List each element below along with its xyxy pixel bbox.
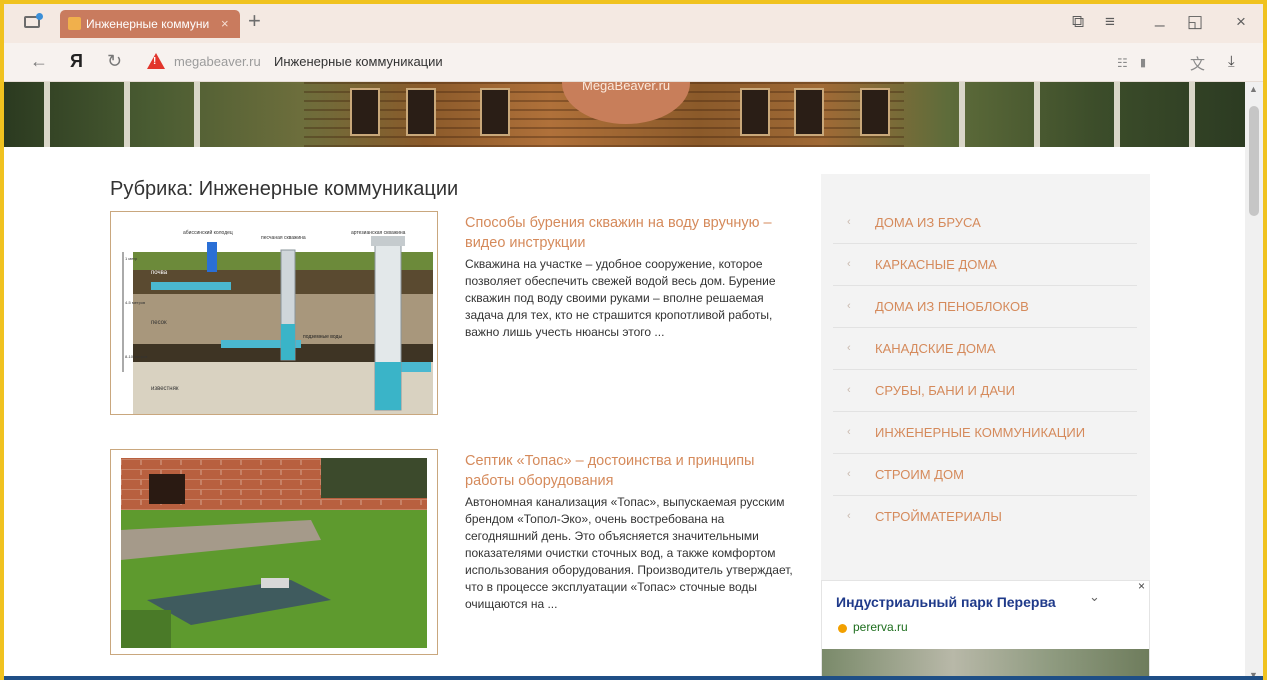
- diagram-label-col3: артезианская скважина: [351, 230, 406, 236]
- diagram-label-water: подземные воды: [303, 334, 342, 340]
- chevron-left-icon: ‹: [847, 216, 851, 228]
- diagram-label-layer3: известняк: [151, 386, 179, 392]
- diagram-label-depth2: 4-5 метров: [125, 300, 145, 305]
- ad-url-link[interactable]: pererva.ru: [853, 620, 908, 634]
- tab-close-icon[interactable]: ×: [221, 10, 229, 38]
- page-scrollbar[interactable]: ▲ ▼: [1245, 82, 1263, 680]
- sidebar-item-sruby-bani-dachi[interactable]: ‹ СРУБЫ, БАНИ И ДАЧИ: [833, 370, 1137, 412]
- sidebar-item-doma-iz-brusa[interactable]: ‹ ДОМА ИЗ БРУСА: [833, 202, 1137, 244]
- chevron-left-icon: ‹: [847, 510, 851, 522]
- sidebar-item-inzhenernye-kommunikatsii[interactable]: ‹ ИНЖЕНЕРНЫЕ КОММУНИКАЦИИ: [833, 412, 1137, 454]
- tab-title: Инженерные коммуни: [86, 17, 210, 31]
- address-bar: ← Я ↻ ! megabeaver.ru Инженерные коммуни…: [4, 43, 1263, 82]
- page-title: Рубрика: Инженерные коммуникации: [110, 178, 459, 200]
- tab-active[interactable]: Инженерные коммуни ×: [60, 10, 240, 38]
- minimize-button[interactable]: _: [1155, 8, 1164, 28]
- ad-favicon-icon: [838, 624, 847, 633]
- new-tab-button[interactable]: +: [248, 8, 261, 34]
- ad-close-icon[interactable]: ×: [1138, 579, 1145, 593]
- post-excerpt: Автономная канализация «Топас», выпускае…: [465, 495, 793, 611]
- chevron-left-icon: ‹: [847, 342, 851, 354]
- security-warning-icon[interactable]: !: [147, 53, 165, 69]
- diagram-label-depth1: 1 метр: [125, 256, 138, 261]
- site-header-banner: MegaBeaver.ru: [4, 82, 1245, 147]
- post-thumbnail-well-diagram[interactable]: абиссинский колодец песчаная скважина ар…: [110, 211, 438, 415]
- post-thumbnail-septic-photo[interactable]: [110, 449, 438, 655]
- post-title-link[interactable]: Септик «Топас» – достоинства и принципы …: [465, 451, 775, 491]
- sidebar-item-doma-iz-penoblokov[interactable]: ‹ ДОМА ИЗ ПЕНОБЛОКОВ: [833, 286, 1137, 328]
- os-taskbar: [4, 676, 1263, 680]
- diagram-label-layer1: почва: [151, 270, 168, 276]
- url-domain[interactable]: megabeaver.ru: [174, 54, 261, 69]
- diagram-label-layer2: песок: [151, 320, 167, 326]
- download-icon[interactable]: ⤓: [1228, 53, 1235, 70]
- chevron-left-icon: ‹: [847, 468, 851, 480]
- diagram-label-depth3: 8-10 метров: [125, 354, 147, 359]
- translate-icon[interactable]: 文: [1190, 53, 1205, 74]
- site-logo-text[interactable]: MegaBeaver.ru: [582, 82, 670, 93]
- back-button[interactable]: ←: [30, 51, 48, 72]
- diagram-label-col2: песчаная скважина: [261, 235, 306, 241]
- close-window-button[interactable]: ×: [1236, 12, 1246, 32]
- ad-block[interactable]: Индустриальный парк Перерва ⌄ × pererva.…: [821, 579, 1150, 680]
- sidebar-item-stroymaterialy[interactable]: ‹ СТРОЙМАТЕРИАЛЫ: [833, 496, 1137, 537]
- sidebar-item-karkasnye-doma[interactable]: ‹ КАРКАСНЫЕ ДОМА: [833, 244, 1137, 286]
- post-title-link[interactable]: Способы бурения скважин на воду вручную …: [465, 213, 775, 253]
- chevron-left-icon: ‹: [847, 384, 851, 396]
- chevron-left-icon: ‹: [847, 426, 851, 438]
- reader-mode-icon[interactable]: ☷: [1117, 56, 1128, 70]
- reload-button[interactable]: ↻: [107, 51, 122, 72]
- tabs-icon[interactable]: ⧉: [1072, 12, 1084, 32]
- browser-window: Инженерные коммуни × + ⧉ ≡ _ ◱ × ← Я ↻ !…: [0, 0, 1267, 680]
- favicon-icon: [68, 17, 81, 30]
- scrollbar-thumb[interactable]: [1249, 106, 1259, 216]
- sidebar-item-stroim-dom[interactable]: ‹ СТРОИМ ДОМ: [833, 454, 1137, 496]
- sidebar-item-kanadskie-doma[interactable]: ‹ КАНАДСКИЕ ДОМА: [833, 328, 1137, 370]
- chevron-left-icon: ‹: [847, 300, 851, 312]
- tabs-panel-icon[interactable]: [24, 13, 43, 28]
- menu-icon[interactable]: ≡: [1105, 12, 1115, 32]
- diagram-label-col1: абиссинский колодец: [183, 229, 233, 236]
- chevron-down-icon[interactable]: ⌄: [1089, 589, 1100, 605]
- ad-title-link[interactable]: Индустриальный парк Перерва: [836, 594, 1056, 610]
- post-excerpt: Скважина на участке – удобное сооружение…: [465, 257, 776, 339]
- tab-bar: Инженерные коммуни × + ⧉ ≡ _ ◱ ×: [4, 4, 1263, 43]
- url-page-title[interactable]: Инженерные коммуникации: [274, 54, 443, 69]
- restore-button[interactable]: ◱: [1187, 12, 1203, 32]
- yandex-logo-button[interactable]: Я: [70, 51, 83, 72]
- page-content: MegaBeaver.ru Рубрика: Инженерные коммун…: [4, 82, 1245, 680]
- bookmark-icon[interactable]: ▮: [1140, 56, 1146, 69]
- scroll-up-arrow-icon[interactable]: ▲: [1249, 84, 1258, 94]
- chevron-left-icon: ‹: [847, 258, 851, 270]
